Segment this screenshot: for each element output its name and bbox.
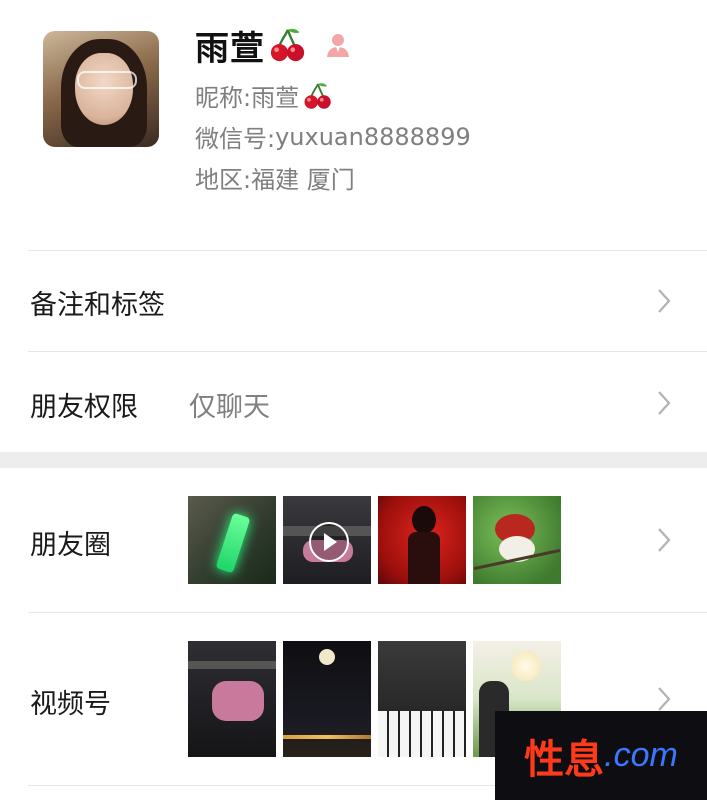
wechat-id-line: 微信号: yuxuan8888899	[195, 119, 471, 154]
display-name: 雨萱	[195, 28, 265, 69]
name-row: 雨萱	[195, 22, 353, 69]
channels-thumbnail[interactable]	[283, 641, 371, 757]
watermark-text-domain: .com	[604, 736, 678, 774]
friend-permissions-value: 仅聊天	[189, 392, 270, 423]
region-line: 地区: 福建 厦门	[195, 160, 355, 195]
region-label: 地区:	[195, 166, 252, 194]
remarks-tags-label: 备注和标签	[30, 290, 165, 321]
friend-permissions-label: 朋友权限	[30, 392, 138, 423]
nickname-value: 雨萱	[251, 84, 300, 112]
wechat-id-label: 微信号:	[195, 125, 276, 153]
profile-header: 雨萱 昵称: 雨萱 微信号: yuxuan8888899 地区: 福建 厦门	[0, 0, 707, 250]
moments-thumbnail[interactable]	[188, 496, 276, 584]
female-user-icon	[323, 30, 353, 60]
friend-permissions-row[interactable]: 朋友权限 仅聊天	[0, 352, 707, 452]
moments-thumbnails	[188, 496, 561, 584]
moments-thumbnail[interactable]	[378, 496, 466, 584]
cherry-icon	[269, 26, 307, 64]
watermark-logo: 性息 .com	[495, 711, 707, 800]
section-gap	[0, 452, 707, 468]
chevron-right-icon	[657, 288, 671, 314]
nickname-line: 昵称: 雨萱	[195, 78, 333, 113]
moments-video-thumbnail[interactable]	[283, 496, 371, 584]
channels-thumbnail[interactable]	[378, 641, 466, 757]
cherry-icon	[303, 81, 333, 111]
moments-row[interactable]: 朋友圈	[0, 468, 707, 612]
chevron-right-icon	[657, 527, 671, 553]
channels-thumbnail[interactable]	[188, 641, 276, 757]
region-value: 福建 厦门	[251, 166, 355, 194]
wechat-id-value[interactable]: yuxuan8888899	[275, 123, 471, 151]
nickname-label: 昵称:	[195, 84, 252, 112]
chevron-right-icon	[657, 686, 671, 712]
watermark-text-cn: 性息	[524, 735, 605, 783]
avatar[interactable]	[43, 31, 159, 147]
play-icon	[309, 522, 349, 562]
remarks-tags-row[interactable]: 备注和标签	[0, 251, 707, 351]
channels-label: 视频号	[30, 689, 111, 720]
moments-thumbnail[interactable]	[473, 496, 561, 584]
moments-label: 朋友圈	[30, 530, 111, 561]
chevron-right-icon	[657, 390, 671, 416]
